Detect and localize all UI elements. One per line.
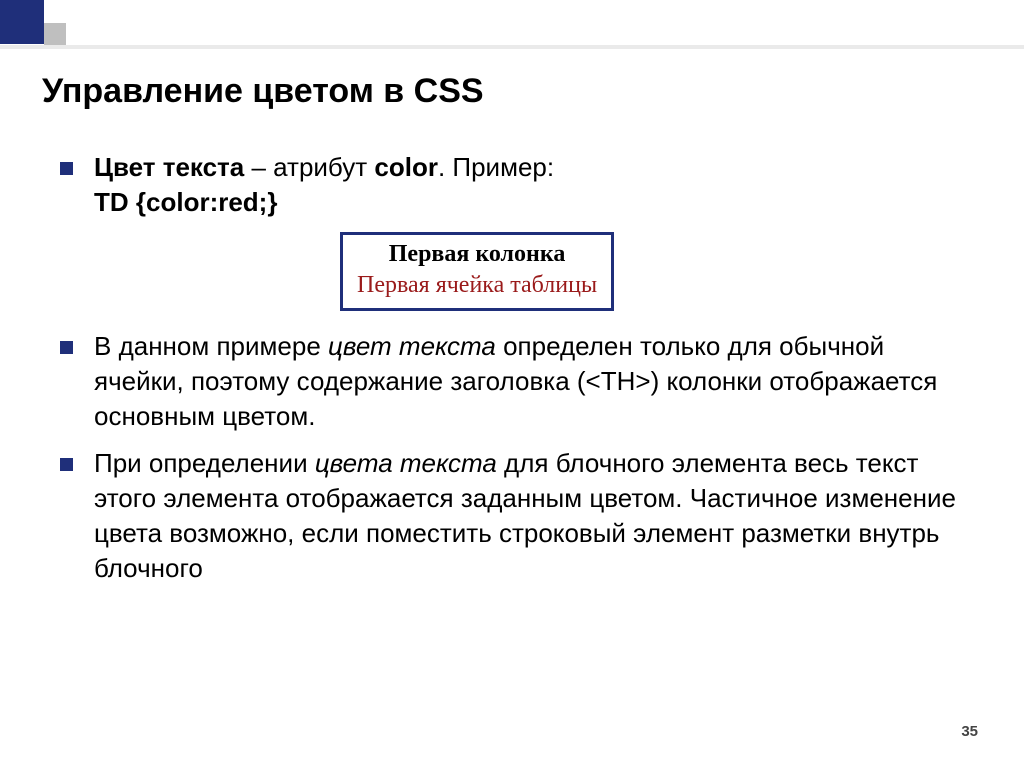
table-example: Первая колонка Первая ячейка таблицы (340, 232, 614, 310)
text: При определении (94, 448, 315, 478)
bullet-item-1: Цвет текста – атрибут color. Пример: TD … (60, 150, 964, 220)
slide-title: Управление цветом в CSS (42, 72, 484, 111)
bullet-list-cont: В данном примере цвет текста определен т… (60, 329, 964, 587)
deco-square-light (44, 23, 66, 45)
text: . Пример: (438, 152, 554, 182)
text: В данном примере (94, 331, 328, 361)
text: – атрибут (244, 152, 374, 182)
bullet-item-2: В данном примере цвет текста определен т… (60, 329, 964, 434)
slide-content: Цвет текста – атрибут color. Пример: TD … (60, 150, 964, 598)
slide: Управление цветом в CSS Цвет текста – ат… (0, 0, 1024, 768)
text-emph: цвет текста (328, 331, 496, 361)
table-data-cell: Первая ячейка таблицы (357, 270, 597, 301)
deco-band (0, 45, 1024, 49)
text-emph: цвета текста (315, 448, 497, 478)
text-attr: color (374, 152, 438, 182)
code-example: TD {color:red;} (94, 187, 277, 217)
text-strong: Цвет текста (94, 152, 244, 182)
bullet-list: Цвет текста – атрибут color. Пример: TD … (60, 150, 964, 220)
table-header-cell: Первая колонка (357, 239, 597, 270)
deco-square-dark (0, 0, 44, 44)
bullet-item-3: При определении цвета текста для блочног… (60, 446, 964, 586)
page-number: 35 (961, 723, 978, 740)
example-box-row: Первая колонка Первая ячейка таблицы (60, 232, 964, 310)
